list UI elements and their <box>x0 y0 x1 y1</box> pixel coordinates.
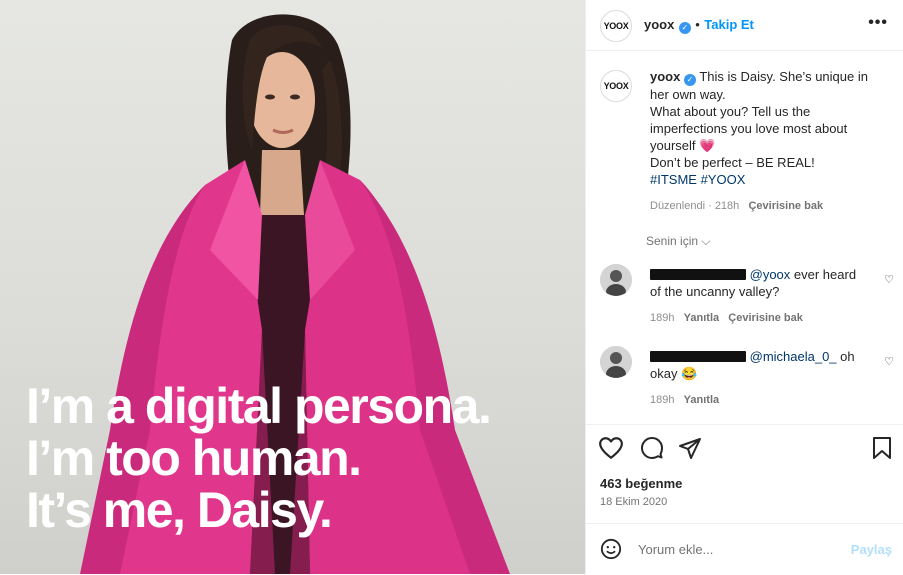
like-count[interactable]: 463 beğenme <box>600 476 682 491</box>
for-you-filter[interactable]: Senin için ⌵ <box>646 234 710 249</box>
caption-hashtags[interactable]: #ITSME #YOOX <box>650 171 890 188</box>
comment-mention[interactable]: @yoox <box>750 267 791 282</box>
comment-time: 189h <box>650 312 675 324</box>
comment-meta: 189h Yanıtla <box>650 392 870 409</box>
comment-item: @yoox ever heard of the uncanny valley? … <box>650 266 870 327</box>
commenter-avatar[interactable] <box>600 264 632 296</box>
overlay-line-3: It’s me, Daisy. <box>26 482 333 538</box>
caption-edited: Düzenlendi · 218h <box>650 200 740 212</box>
overlay-line-2: I’m too human. <box>26 430 362 486</box>
post-date: 18 Ekim 2020 <box>600 496 668 508</box>
action-bar <box>586 424 903 425</box>
separator-dot: • <box>695 17 700 32</box>
author-avatar[interactable]: YOOX <box>600 10 632 42</box>
reply-link[interactable]: Yanıtla <box>684 394 719 406</box>
caption-avatar-text: YOOX <box>603 81 629 91</box>
verified-badge-icon: ✓ <box>678 22 691 34</box>
post-overlay-text: I’m a digital persona. I’m too human. It… <box>26 378 492 538</box>
like-comment-icon[interactable]: ♡ <box>884 355 894 368</box>
emoji-icon[interactable] <box>600 538 622 560</box>
overlay-line-1: I’m a digital persona. <box>26 378 492 434</box>
reply-link[interactable]: Yanıtla <box>684 312 719 324</box>
post-caption: yoox ✓ This is Daisy. She’s unique in he… <box>650 68 890 215</box>
verified-badge-icon: ✓ <box>683 74 696 86</box>
avatar-icon <box>600 264 632 296</box>
like-comment-icon[interactable]: ♡ <box>884 273 894 286</box>
post-comment-button[interactable]: Paylaş <box>851 542 892 557</box>
caption-meta: Düzenlendi · 218h Çevirisine bak <box>650 198 890 215</box>
author-avatar-text: YOOX <box>603 21 629 31</box>
post-modal: I’m a digital persona. I’m too human. It… <box>0 0 903 574</box>
redacted-username <box>650 269 746 280</box>
avatar-icon <box>600 346 632 378</box>
comment-translate-link[interactable]: Çevirisine bak <box>728 312 803 324</box>
caption-line-2: What about you? Tell us the imperfection… <box>650 104 848 153</box>
comment-mention[interactable]: @michaela_0_ <box>750 349 837 364</box>
post-image[interactable]: I’m a digital persona. I’m too human. It… <box>0 0 585 574</box>
caption-avatar[interactable]: YOOX <box>600 70 632 102</box>
comment-time: 189h <box>650 394 675 406</box>
author-username[interactable]: yoox <box>644 17 674 32</box>
follow-button[interactable]: Takip Et <box>704 17 754 32</box>
comment-icon[interactable] <box>640 436 664 460</box>
header-user-row: yoox ✓ • Takip Et <box>644 16 754 34</box>
comment-input[interactable]: Yorum ekle... <box>638 542 713 557</box>
redacted-username <box>650 351 746 362</box>
comment-item: @michaela_0_ oh okay 😂 189h Yanıtla <box>650 348 870 409</box>
comment-composer: Yorum ekle... Paylaş <box>586 523 903 575</box>
caption-line-3: Don’t be perfect – BE REAL! <box>650 155 815 170</box>
bookmark-icon[interactable] <box>872 436 892 460</box>
commenter-avatar[interactable] <box>600 346 632 378</box>
heart-icon[interactable] <box>598 436 624 460</box>
post-header: YOOX yoox ✓ • Takip Et ••• <box>586 0 903 51</box>
more-options-icon[interactable]: ••• <box>868 14 888 32</box>
share-icon[interactable] <box>678 436 702 460</box>
comment-meta: 189h Yanıtla Çevirisine bak <box>650 310 870 327</box>
caption-username[interactable]: yoox <box>650 69 680 84</box>
post-sidebar: YOOX yoox ✓ • Takip Et ••• YOOX yoox ✓ T… <box>585 0 903 574</box>
caption-line-1: This is Daisy. She’s unique in her own w… <box>650 69 868 102</box>
caption-translate-link[interactable]: Çevirisine bak <box>748 200 823 212</box>
